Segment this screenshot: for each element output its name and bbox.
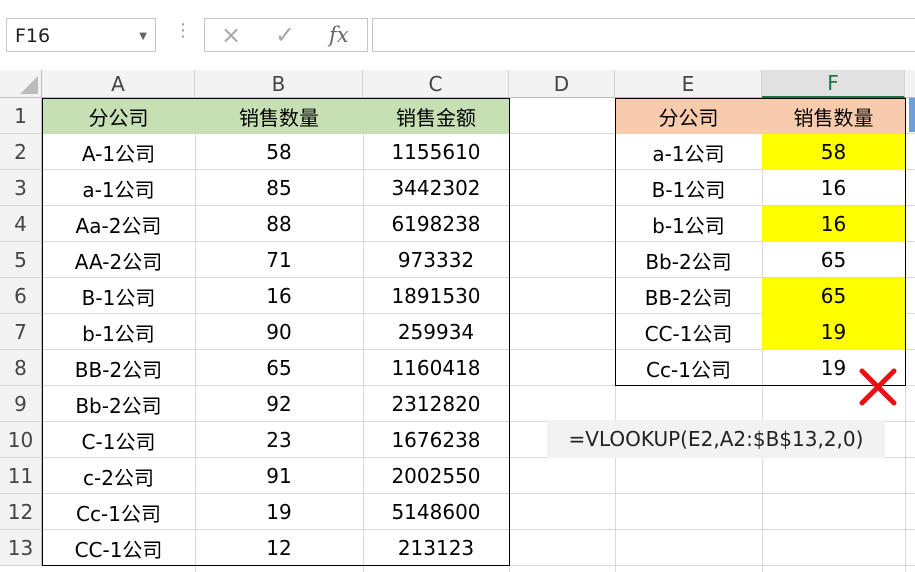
- header-cell[interactable]: 销售数量: [195, 98, 363, 134]
- column-header-g[interactable]: [905, 70, 915, 98]
- name-box-value: F16: [15, 25, 51, 47]
- selection-edge: [909, 98, 915, 132]
- table-cell[interactable]: 91: [195, 458, 363, 494]
- table-cell[interactable]: 23: [195, 422, 363, 458]
- table-cell[interactable]: Bb-2公司: [42, 386, 195, 422]
- column-header-d[interactable]: D: [509, 70, 615, 98]
- table-cell[interactable]: 2312820: [363, 386, 509, 422]
- table-cell[interactable]: 65: [195, 350, 363, 386]
- table-cell[interactable]: Cc-1公司: [615, 350, 762, 386]
- table-cell[interactable]: 1160418: [363, 350, 509, 386]
- header-cell[interactable]: 分公司: [42, 98, 195, 134]
- table-cell[interactable]: 5148600: [363, 494, 509, 530]
- table-cell[interactable]: 19: [762, 314, 905, 350]
- row-header-2[interactable]: 2: [0, 134, 42, 170]
- table-cell[interactable]: b-1公司: [615, 206, 762, 242]
- row-header-3[interactable]: 3: [0, 170, 42, 206]
- table-cell[interactable]: B-1公司: [42, 278, 195, 314]
- table-cell[interactable]: 1155610: [363, 134, 509, 170]
- more-options-icon[interactable]: ⋮: [174, 22, 192, 40]
- table-cell[interactable]: 71: [195, 242, 363, 278]
- table-cell[interactable]: 58: [195, 134, 363, 170]
- table-cell[interactable]: 65: [762, 242, 905, 278]
- table-cell[interactable]: 92: [195, 386, 363, 422]
- header-cell[interactable]: 销售数量: [762, 98, 905, 134]
- table-cell[interactable]: 65: [762, 278, 905, 314]
- enter-icon[interactable]: ✓: [275, 21, 295, 49]
- row-header-5[interactable]: 5: [0, 242, 42, 278]
- formula-note: =VLOOKUP(E2,A2:$B$13,2,0): [547, 420, 885, 458]
- chevron-down-icon[interactable]: ▼: [139, 31, 147, 42]
- table-cell[interactable]: 85: [195, 170, 363, 206]
- table-cell[interactable]: 259934: [363, 314, 509, 350]
- table-cell[interactable]: AA-2公司: [42, 242, 195, 278]
- table-cell[interactable]: a-1公司: [615, 134, 762, 170]
- row-header-7[interactable]: 7: [0, 314, 42, 350]
- row-header-4[interactable]: 4: [0, 206, 42, 242]
- row-header-10[interactable]: 10: [0, 422, 42, 458]
- header-cell[interactable]: 分公司: [615, 98, 762, 134]
- column-header-a[interactable]: A: [42, 70, 195, 98]
- table-cell[interactable]: 16: [762, 206, 905, 242]
- column-header-b[interactable]: B: [195, 70, 363, 98]
- table-cell[interactable]: Bb-2公司: [615, 242, 762, 278]
- table-cell[interactable]: 3442302: [363, 170, 509, 206]
- table-cell[interactable]: 6198238: [363, 206, 509, 242]
- table-cell[interactable]: Aa-2公司: [42, 206, 195, 242]
- table-cell[interactable]: 973332: [363, 242, 509, 278]
- table-cell[interactable]: A-1公司: [42, 134, 195, 170]
- table-cell[interactable]: b-1公司: [42, 314, 195, 350]
- row-header-6[interactable]: 6: [0, 278, 42, 314]
- row-header-1[interactable]: 1: [0, 98, 42, 134]
- row-header-9[interactable]: 9: [0, 386, 42, 422]
- row-header-11[interactable]: 11: [0, 458, 42, 494]
- row-header-12[interactable]: 12: [0, 494, 42, 530]
- table-cell[interactable]: 16: [195, 278, 363, 314]
- column-header-e[interactable]: E: [615, 70, 762, 98]
- select-all-button[interactable]: [0, 70, 42, 98]
- table-cell[interactable]: CC-1公司: [615, 314, 762, 350]
- table-cell[interactable]: CC-1公司: [42, 530, 195, 566]
- formula-buttons: × ✓ fx: [204, 18, 368, 52]
- name-box[interactable]: F16 ▼: [6, 18, 156, 52]
- table-cell[interactable]: 213123: [363, 530, 509, 566]
- table-cell[interactable]: 88: [195, 206, 363, 242]
- table-cell[interactable]: c-2公司: [42, 458, 195, 494]
- table-cell[interactable]: 19: [195, 494, 363, 530]
- table-cell[interactable]: 90: [195, 314, 363, 350]
- table-cell[interactable]: BB-2公司: [42, 350, 195, 386]
- table-cell[interactable]: C-1公司: [42, 422, 195, 458]
- table-cell[interactable]: 12: [195, 530, 363, 566]
- column-header-f[interactable]: F: [762, 70, 905, 98]
- formula-input[interactable]: [372, 18, 915, 52]
- table-cell[interactable]: 1891530: [363, 278, 509, 314]
- formula-bar: F16 ▼ ⋮ × ✓ fx: [0, 0, 915, 70]
- header-cell[interactable]: 销售金额: [363, 98, 509, 134]
- table-cell[interactable]: 58: [762, 134, 905, 170]
- table-cell[interactable]: 1676238: [363, 422, 509, 458]
- table-cell[interactable]: Cc-1公司: [42, 494, 195, 530]
- cross-mark-icon: [859, 368, 897, 406]
- row-header-8[interactable]: 8: [0, 350, 42, 386]
- table-cell[interactable]: 2002550: [363, 458, 509, 494]
- insert-function-icon[interactable]: fx: [329, 21, 349, 49]
- table-cell[interactable]: 16: [762, 170, 905, 206]
- cancel-icon[interactable]: ×: [221, 21, 241, 49]
- table-cell[interactable]: a-1公司: [42, 170, 195, 206]
- table-cell[interactable]: B-1公司: [615, 170, 762, 206]
- table-cell[interactable]: BB-2公司: [615, 278, 762, 314]
- column-header-c[interactable]: C: [363, 70, 509, 98]
- row-header-13[interactable]: 13: [0, 530, 42, 566]
